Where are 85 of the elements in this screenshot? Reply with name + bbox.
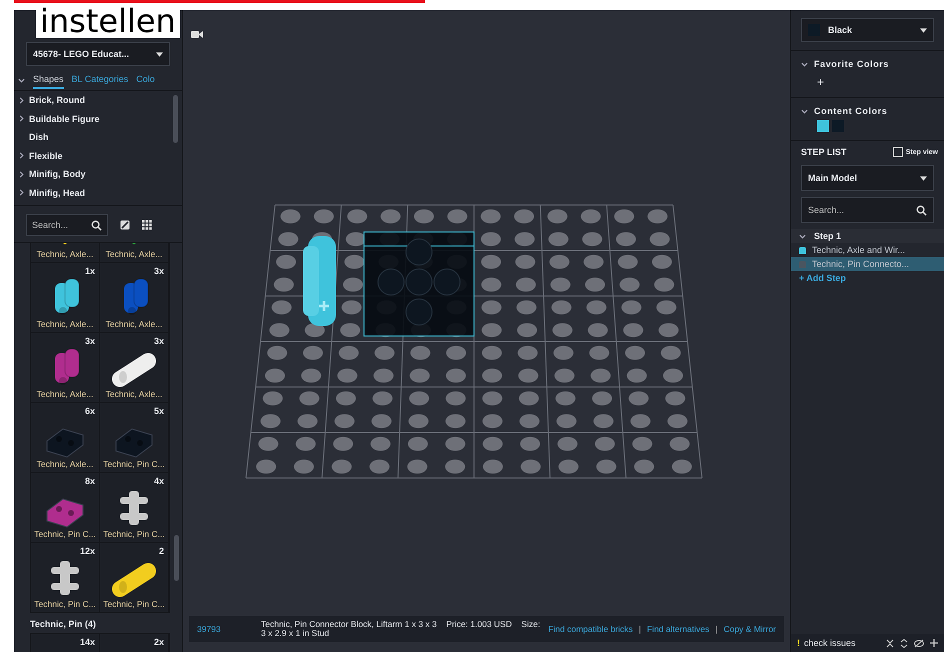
separator: | (715, 624, 718, 634)
color-swatch[interactable] (817, 120, 829, 132)
caret-icon (920, 176, 927, 180)
link[interactable]: Find compatible bricks (548, 624, 633, 634)
search-field[interactable]: Search... (26, 214, 108, 236)
tab[interactable]: Colo (136, 71, 155, 89)
category-item[interactable]: Flexible (29, 150, 63, 161)
chevron-icon[interactable] (18, 170, 25, 178)
step-part-item[interactable]: Technic, Pin Connecto... (791, 257, 944, 271)
tab[interactable]: BL Categories (72, 71, 128, 89)
chevron-icon[interactable] (18, 152, 25, 160)
set-dropdown[interactable]: 45678- LEGO Educat... (26, 42, 170, 66)
part-tile[interactable]: 14x (31, 634, 99, 652)
part-tile[interactable]: 3x Technic, Axle... (100, 333, 168, 402)
expand-icon[interactable] (900, 638, 908, 648)
search-field[interactable]: Search... (801, 197, 934, 223)
section-title[interactable]: Content Colors (814, 106, 888, 116)
part-icon (116, 428, 152, 458)
part-icon (112, 563, 156, 597)
chevron-icon[interactable] (18, 96, 25, 104)
checkbox[interactable] (892, 147, 903, 157)
part-number[interactable]: 39793 (197, 624, 253, 634)
model-dropdown[interactable]: Main Model (801, 165, 934, 191)
part-icon (46, 498, 84, 528)
chevron-icon[interactable] (801, 108, 808, 114)
part-icon (112, 353, 156, 387)
part-icon (46, 428, 84, 458)
chevron-icon[interactable] (18, 76, 25, 84)
part-tile[interactable]: 2 Technic, Pin C... (100, 543, 168, 612)
color-dropdown[interactable]: Black (801, 18, 934, 42)
step-part-item[interactable]: Technic, Axle and Wir... (791, 243, 944, 257)
plus-icon[interactable] (930, 638, 938, 646)
part-tile[interactable]: 8x Technic, Pin C... (31, 473, 99, 542)
link[interactable]: Find alternatives (646, 624, 710, 634)
part-tile[interactable]: 6x Technic, Axle... (31, 403, 99, 472)
category-item[interactable]: Buildable Figure (29, 114, 100, 124)
scrollbar[interactable] (173, 95, 178, 143)
camera-icon[interactable] (191, 30, 203, 39)
chevron-icon[interactable] (801, 60, 808, 68)
part-tile[interactable]: 12x Technic, Pin C... (31, 543, 99, 612)
caret-icon (156, 52, 163, 56)
part-icon (55, 348, 80, 385)
search-icon (916, 204, 927, 216)
category-item[interactable]: Brick, Round (29, 95, 86, 106)
tab[interactable]: Shapes (33, 71, 64, 89)
part-tile[interactable]: 1x Technic, Axle... (31, 263, 99, 332)
section-title[interactable]: Favorite Colors (814, 59, 890, 69)
part-tile[interactable]: 3x Technic, Axle... (31, 333, 99, 402)
part-icon (51, 561, 79, 595)
collapse-icon[interactable] (886, 638, 894, 648)
chevron-icon[interactable] (18, 115, 25, 122)
chevron-icon[interactable] (18, 189, 25, 196)
caret-icon (920, 28, 927, 32)
add-step-link[interactable]: + Add Step (791, 271, 944, 285)
link[interactable]: Copy & Mirror (724, 624, 776, 634)
grid-icon[interactable] (142, 220, 152, 230)
warning-mark: ! (797, 638, 800, 648)
part-tile[interactable]: 5x Technic, Pin C... (100, 403, 168, 472)
part-tile[interactable]: Technic, Axle... (100, 243, 168, 262)
section-title: STEP LIST (801, 147, 846, 157)
add-color-button[interactable]: + (801, 69, 827, 89)
search-icon (91, 220, 102, 230)
part-description: Technic, Pin Connector Block, Liftarm 1 x 3 x 3 Price: 1.003 USD Size: 3 x 2.9 x 1 in Stud (261, 620, 540, 638)
category-item[interactable]: Dish (29, 132, 49, 142)
part-tile[interactable]: 3x Technic, Axle... (100, 263, 168, 332)
edit-icon[interactable] (120, 220, 130, 230)
check-issues-link[interactable]: check issues (804, 638, 856, 648)
selected-brick-drawing[interactable] (364, 232, 474, 336)
step-item[interactable]: Step 1 (814, 231, 842, 241)
category-item[interactable]: Minifig, Body (29, 169, 86, 180)
part-tile[interactable]: 2x (100, 634, 168, 652)
scrollbar[interactable] (174, 535, 179, 581)
separator: | (638, 624, 641, 634)
category-item[interactable]: Minifig, Head (29, 188, 85, 198)
part-tile[interactable]: Technic, Axle... (31, 243, 99, 262)
part-icon (120, 491, 148, 525)
part-tile[interactable]: 4x Technic, Pin C... (100, 473, 168, 542)
part-icon (124, 278, 148, 315)
brick-drawing[interactable] (303, 236, 336, 326)
hidden-eye-icon[interactable] (914, 638, 924, 648)
chevron-icon[interactable] (799, 232, 806, 240)
group-heading: Technic, Pin (4) (30, 618, 97, 631)
part-icon (55, 278, 80, 315)
search-input[interactable]: Search... (32, 220, 91, 230)
search-input[interactable]: Search... (808, 205, 916, 215)
